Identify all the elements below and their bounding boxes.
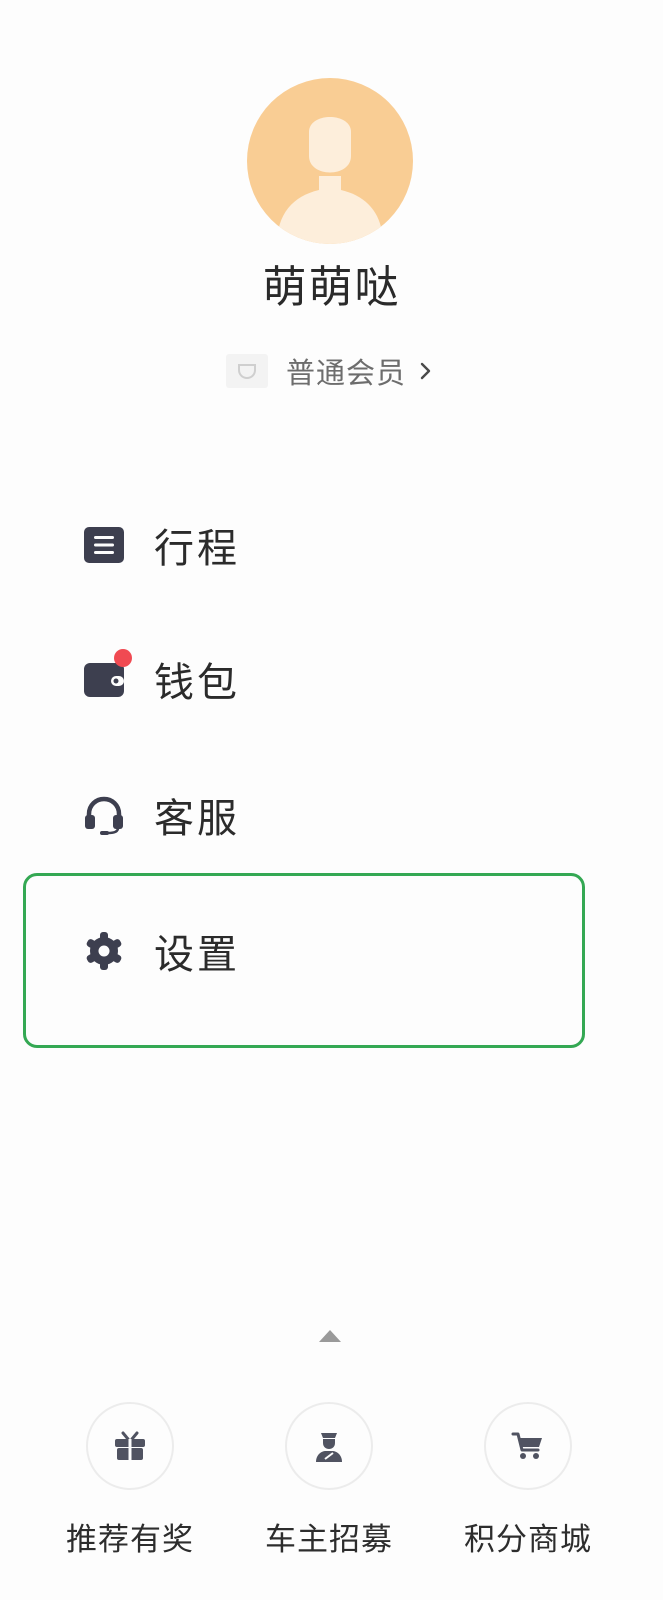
menu-item-customer-service[interactable]: 客服 xyxy=(24,770,588,860)
menu-item-label: 设置 xyxy=(154,932,240,978)
chevron-right-icon xyxy=(420,362,432,380)
menu-item-label: 钱包 xyxy=(154,660,240,706)
membership-link[interactable]: 普通会员 xyxy=(226,346,432,396)
shortcut-label: 推荐有奖 xyxy=(66,1522,194,1558)
menu-item-wallet[interactable]: 钱包 xyxy=(24,634,588,724)
headset-icon xyxy=(82,793,126,837)
membership-label: 普通会员 xyxy=(286,356,407,390)
avatar[interactable] xyxy=(247,78,413,244)
menu-item-label: 客服 xyxy=(154,796,240,842)
driver-icon xyxy=(285,1402,373,1490)
cart-icon xyxy=(484,1402,572,1490)
shortcut-referral[interactable]: 推荐有奖 xyxy=(50,1402,210,1582)
menu-item-trips[interactable]: 行程 xyxy=(24,500,588,590)
trip-list-icon xyxy=(82,523,126,567)
expand-up-arrow-icon[interactable] xyxy=(318,1328,342,1342)
member-badge-icon xyxy=(226,354,268,388)
gear-icon xyxy=(82,929,126,973)
menu-item-settings[interactable]: 设置 xyxy=(24,906,588,996)
shortcut-label: 积分商城 xyxy=(464,1522,592,1558)
notification-dot xyxy=(114,649,132,667)
wallet-icon xyxy=(82,649,132,701)
shortcut-label: 车主招募 xyxy=(265,1522,393,1558)
person-silhouette-icon xyxy=(277,117,383,244)
username: 萌萌哒 xyxy=(262,262,401,313)
side-menu-page: 萌萌哒 普通会员 行程 钱包 客服 设置 推荐有奖 车主招募 积分商城 xyxy=(0,0,663,1600)
shortcut-points-mall[interactable]: 积分商城 xyxy=(448,1402,608,1582)
menu-item-label: 行程 xyxy=(154,526,240,572)
gift-icon xyxy=(86,1402,174,1490)
shortcut-driver-recruit[interactable]: 车主招募 xyxy=(249,1402,409,1582)
